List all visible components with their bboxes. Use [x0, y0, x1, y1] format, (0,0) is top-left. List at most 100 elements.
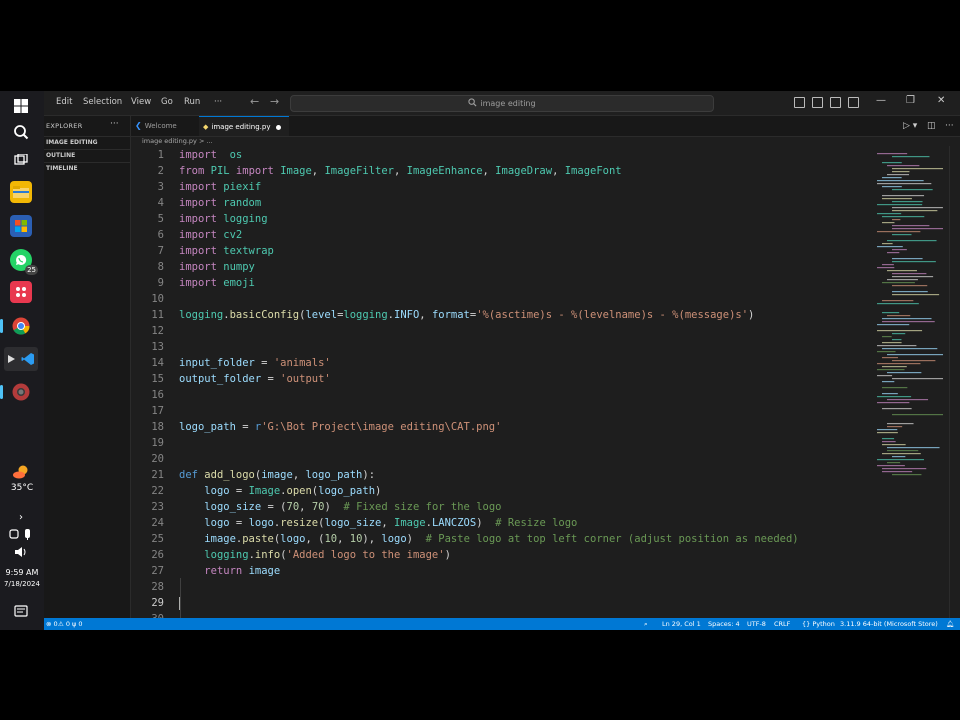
- more-actions-icon[interactable]: ···: [945, 121, 954, 131]
- vertical-scrollbar[interactable]: [949, 146, 960, 618]
- menu-view[interactable]: View: [131, 97, 151, 107]
- zoom-search-icon[interactable]: ⌕: [644, 618, 648, 630]
- code-line[interactable]: 3 import piexif: [131, 179, 871, 195]
- cursor-position[interactable]: Ln 29, Col 1: [662, 618, 701, 630]
- code-line[interactable]: 8 import numpy: [131, 259, 871, 275]
- notification-icon[interactable]: [10, 601, 32, 623]
- code-token: image: [204, 533, 236, 545]
- minimize-icon[interactable]: —: [876, 95, 886, 106]
- forward-arrow-icon[interactable]: →: [270, 95, 279, 108]
- code-line[interactable]: 25 image.paste(logo, (10, 10), logo) # P…: [131, 531, 871, 547]
- errors-indicator[interactable]: ⊗ 0: [46, 618, 58, 630]
- breadcrumb[interactable]: image editing.py > ...: [142, 137, 213, 145]
- split-editor-icon[interactable]: ◫: [927, 121, 936, 131]
- code-line[interactable]: 26 logging.info('Added logo to the image…: [131, 547, 871, 563]
- line-number: 14: [151, 357, 164, 369]
- clock-date[interactable]: 7/18/2024: [2, 580, 42, 588]
- code-line[interactable]: 1 import os: [131, 147, 871, 163]
- section-image-editing[interactable]: IMAGE EDITING: [44, 136, 130, 148]
- code-line[interactable]: 18 logo_path = r'G:\Bot Project\image edi…: [131, 419, 871, 435]
- restore-icon[interactable]: ❐: [906, 95, 915, 106]
- bell-icon[interactable]: 🔔︎: [946, 618, 954, 630]
- code-text: logging.basicConfig(level=logging.INFO, …: [179, 307, 754, 323]
- code-line[interactable]: 9 import emoji: [131, 275, 871, 291]
- section-outline[interactable]: OUTLINE: [44, 149, 130, 161]
- code-line[interactable]: 7 import textwrap: [131, 243, 871, 259]
- toggle-secondary-sidebar-icon[interactable]: [830, 97, 841, 108]
- code-line[interactable]: 21 def add_logo(image, logo_path):: [131, 467, 871, 483]
- explorer-title: EXPLORER: [46, 122, 83, 130]
- tab-image-editing[interactable]: ◆ image editing.py: [199, 116, 289, 136]
- customize-layout-icon[interactable]: [848, 97, 859, 108]
- warnings-indicator[interactable]: ⚠ 0: [58, 618, 70, 630]
- encoding[interactable]: UTF-8: [747, 618, 766, 630]
- minimap-line: [877, 324, 910, 326]
- menu-run[interactable]: Run: [184, 97, 200, 107]
- code-line[interactable]: 22 logo = Image.open(logo_path): [131, 483, 871, 499]
- line-number: 8: [157, 261, 164, 273]
- code-line[interactable]: 14 input_folder = 'animals': [131, 355, 871, 371]
- end-of-line[interactable]: CRLF: [774, 618, 790, 630]
- app-icon[interactable]: [10, 281, 32, 303]
- menu-go[interactable]: Go: [161, 97, 173, 107]
- chrome-icon[interactable]: [10, 315, 32, 337]
- code-line[interactable]: 17: [131, 403, 871, 419]
- search-icon[interactable]: [10, 121, 32, 143]
- code-line[interactable]: 6 import cv2: [131, 227, 871, 243]
- run-python-icon[interactable]: ▷ ▾: [903, 121, 917, 131]
- code-line[interactable]: 24 logo = logo.resize(logo_size, Image.L…: [131, 515, 871, 531]
- code-line[interactable]: 27 return image: [131, 563, 871, 579]
- code-line[interactable]: 28: [131, 579, 871, 595]
- minimap[interactable]: [871, 146, 947, 618]
- code-line[interactable]: 20: [131, 451, 871, 467]
- code-line[interactable]: 19: [131, 435, 871, 451]
- code-token: level: [305, 309, 338, 321]
- code-line[interactable]: 5 import logging: [131, 211, 871, 227]
- code-line[interactable]: 15 output_folder = 'output': [131, 371, 871, 387]
- code-line[interactable]: 11 logging.basicConfig(level=logging.INFO…: [131, 307, 871, 323]
- code-line[interactable]: 13: [131, 339, 871, 355]
- tab-welcome[interactable]: ❮ Welcome: [131, 116, 197, 136]
- minimap-line: [882, 366, 907, 368]
- close-icon[interactable]: ✕: [937, 95, 945, 106]
- command-center-search[interactable]: image editing: [290, 95, 714, 112]
- status-bar: ⊗ 0 ⚠ 0 ψ 0 ⌕ Ln 29, Col 1 Spaces: 4 UTF…: [44, 618, 960, 630]
- code-line[interactable]: 12: [131, 323, 871, 339]
- code-line[interactable]: 16: [131, 387, 871, 403]
- minimap-line: [882, 471, 913, 473]
- code-line[interactable]: 23 logo_size = (70, 70) # Fixed size for…: [131, 499, 871, 515]
- menu-more[interactable]: ···: [214, 97, 222, 107]
- code-line[interactable]: 4 import random: [131, 195, 871, 211]
- back-arrow-icon[interactable]: ←: [250, 95, 259, 108]
- indentation[interactable]: Spaces: 4: [708, 618, 740, 630]
- code-line[interactable]: 10: [131, 291, 871, 307]
- windows-start-icon[interactable]: [10, 95, 32, 117]
- unsaved-dot-icon[interactable]: [275, 124, 281, 130]
- toggle-primary-sidebar-icon[interactable]: [794, 97, 805, 108]
- chrome-profile-icon[interactable]: [10, 381, 32, 403]
- volume-icon[interactable]: [10, 541, 32, 563]
- section-timeline[interactable]: TIMELINE: [44, 162, 130, 174]
- toggle-panel-icon[interactable]: [812, 97, 823, 108]
- language-mode[interactable]: {} Python: [802, 618, 835, 630]
- file-explorer-icon[interactable]: [10, 181, 32, 203]
- python-interpreter[interactable]: 3.11.9 64-bit (Microsoft Store): [840, 618, 938, 630]
- line-number: 30: [131, 611, 164, 618]
- clock-time[interactable]: 9:59 AM: [2, 568, 42, 577]
- whatsapp-icon[interactable]: 25: [10, 249, 38, 275]
- vscode-taskbar-icon[interactable]: [4, 347, 38, 371]
- weather-icon[interactable]: [10, 461, 32, 483]
- code-token: ,: [419, 309, 432, 321]
- explorer-more-button[interactable]: ···: [110, 119, 119, 129]
- minimap-line: [892, 207, 943, 209]
- code-editor[interactable]: 1 import os 2 from PIL import Image, ImageF…: [131, 146, 871, 618]
- code-line[interactable]: 2 from PIL import Image, ImageFilter, Ima…: [131, 163, 871, 179]
- ports-indicator[interactable]: ψ 0: [72, 618, 83, 630]
- microsoft-store-icon[interactable]: [10, 215, 32, 237]
- menu-selection[interactable]: Selection: [83, 97, 122, 107]
- menu-edit[interactable]: Edit: [56, 97, 72, 107]
- task-view-icon[interactable]: [10, 149, 32, 171]
- code-token: cv2: [223, 229, 243, 241]
- code-line[interactable]: 29: [131, 595, 871, 611]
- code-line[interactable]: 30: [131, 611, 871, 618]
